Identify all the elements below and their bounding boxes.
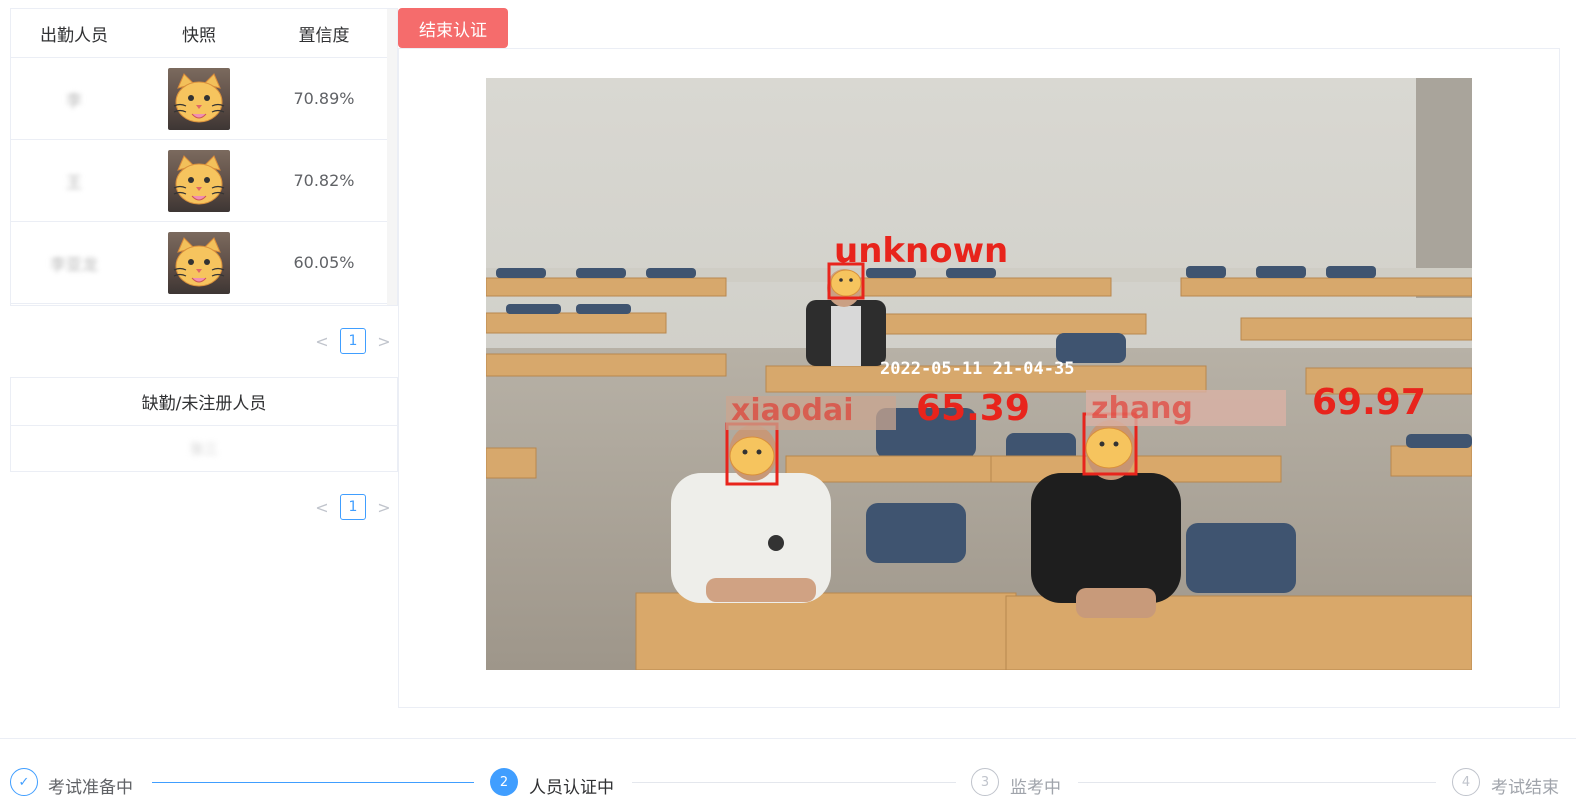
table-row: 李亚龙 60.05% [11,222,397,304]
detect-score-2: 69.97 [1312,382,1426,423]
col-header-snapshot: 快照 [182,25,216,46]
step-title-2: 人员认证中 [529,778,614,798]
step-line-2 [632,782,956,783]
col-header-attendee: 出勤人员 [40,25,108,46]
step-title-4: 考试结束 [1491,778,1559,798]
classroom-scene: unknown 2022-05-11 21-04-35 xiaodai 65.3… [486,78,1472,670]
table-row: 张三 [11,426,397,472]
page-number-button[interactable]: 1 [340,328,366,354]
col-header-confidence: 置信度 [298,25,350,46]
detect-name-2: zhang [1091,391,1193,426]
absent-table-header: 缺勤/未注册人员 [11,378,397,426]
step-number-2: 2 [490,768,518,796]
detect-name-1: xiaodai [731,393,854,428]
step-number-3: 3 [971,768,999,796]
step-line-3 [1078,782,1436,783]
prev-page-icon[interactable]: < [314,332,330,351]
absent-table: 缺勤/未注册人员 张三 [10,377,398,472]
detect-label-unknown: unknown [834,231,1008,271]
attendee-name: 王 [65,172,82,192]
check-icon: ✓ [10,768,38,796]
cat-face-icon [173,236,225,286]
snapshot-image[interactable] [168,231,230,294]
next-page-icon[interactable]: > [376,498,392,517]
attendee-name: 李亚龙 [49,254,98,274]
snapshot-image[interactable] [168,149,230,212]
progress-steps: ✓ 考试准备中 2 人员认证中 3 监考中 4 考试结束 [0,766,1576,802]
steps-divider [0,738,1576,739]
confidence-value: 60.05% [293,253,355,272]
attendance-table-header: 出勤人员 快照 置信度 [11,9,397,58]
table-row: 李 70.89% [11,58,397,140]
end-authentication-button[interactable]: 结束认证 [398,8,508,48]
attendee-name: 李 [65,90,82,110]
cat-face-icon [173,154,225,204]
page-number-button[interactable]: 1 [340,494,366,520]
next-page-icon[interactable]: > [376,332,392,351]
table-row: 王 70.82% [11,140,397,222]
step-title-1: 考试准备中 [48,778,133,798]
col-header-absent: 缺勤/未注册人员 [141,394,267,414]
camera-feed: unknown 2022-05-11 21-04-35 xiaodai 65.3… [486,78,1472,670]
prev-page-icon[interactable]: < [314,498,330,517]
absent-pagination: < 1 > [314,494,392,520]
absent-name: 张三 [190,442,218,458]
table-scrollbar[interactable] [387,9,397,305]
step-title-3: 监考中 [1010,778,1061,798]
detect-score-1: 65.39 [916,388,1030,429]
step-line-1 [152,782,474,783]
confidence-value: 70.82% [293,171,355,190]
attendance-pagination: < 1 > [314,328,392,354]
snapshot-image[interactable] [168,67,230,130]
video-timestamp: 2022-05-11 21-04-35 [880,359,1074,379]
confidence-value: 70.89% [293,89,355,108]
step-number-4: 4 [1452,768,1480,796]
cat-face-icon [173,72,225,122]
attendance-table: 出勤人员 快照 置信度 李 70.89% 王 70.82% 李亚龙 60.05% [10,8,398,306]
